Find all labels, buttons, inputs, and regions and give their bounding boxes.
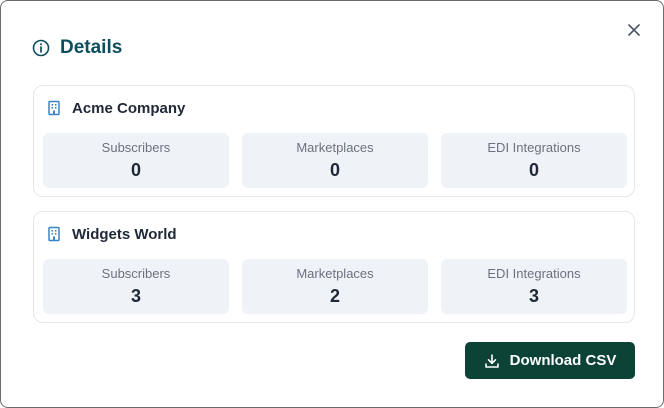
company-card: Acme Company Subscribers 0 Marketplaces … xyxy=(33,85,635,197)
building-icon xyxy=(46,226,62,242)
stat-label: EDI Integrations xyxy=(487,266,581,281)
company-card: Widgets World Subscribers 3 Marketplaces… xyxy=(33,211,635,323)
stat-marketplaces: Marketplaces 0 xyxy=(242,133,428,188)
building-icon xyxy=(46,100,62,116)
company-header: Widgets World xyxy=(46,224,177,244)
stat-edi-integrations: EDI Integrations 0 xyxy=(441,133,627,188)
company-name: Widgets World xyxy=(72,225,177,243)
download-csv-label: Download CSV xyxy=(509,352,617,369)
stats-row: Subscribers 0 Marketplaces 0 EDI Integra… xyxy=(43,133,627,188)
stat-value: 0 xyxy=(329,160,340,180)
stat-subscribers: Subscribers 3 xyxy=(43,259,229,314)
stat-value: 3 xyxy=(130,286,141,306)
stat-label: Subscribers xyxy=(101,140,171,155)
stat-value: 3 xyxy=(528,286,539,306)
stat-value: 0 xyxy=(528,160,539,180)
close-button[interactable] xyxy=(625,23,643,41)
dialog-title: Details xyxy=(60,37,123,58)
info-icon xyxy=(32,39,50,57)
download-icon xyxy=(484,353,500,369)
company-header: Acme Company xyxy=(46,98,185,118)
stat-label: Subscribers xyxy=(101,266,171,281)
stat-marketplaces: Marketplaces 2 xyxy=(242,259,428,314)
stat-label: EDI Integrations xyxy=(487,140,581,155)
dialog-header: Details xyxy=(32,35,122,61)
download-csv-button[interactable]: Download CSV xyxy=(465,342,635,379)
stats-row: Subscribers 3 Marketplaces 2 EDI Integra… xyxy=(43,259,627,314)
stat-label: Marketplaces xyxy=(296,266,374,281)
stat-value: 2 xyxy=(329,286,340,306)
company-name: Acme Company xyxy=(72,99,186,117)
stat-value: 0 xyxy=(130,160,141,180)
close-icon xyxy=(627,23,641,42)
stat-subscribers: Subscribers 0 xyxy=(43,133,229,188)
details-dialog: Details Acme Company Subscribers 0 Marke… xyxy=(0,0,664,408)
stat-edi-integrations: EDI Integrations 3 xyxy=(441,259,627,314)
stat-label: Marketplaces xyxy=(296,140,374,155)
